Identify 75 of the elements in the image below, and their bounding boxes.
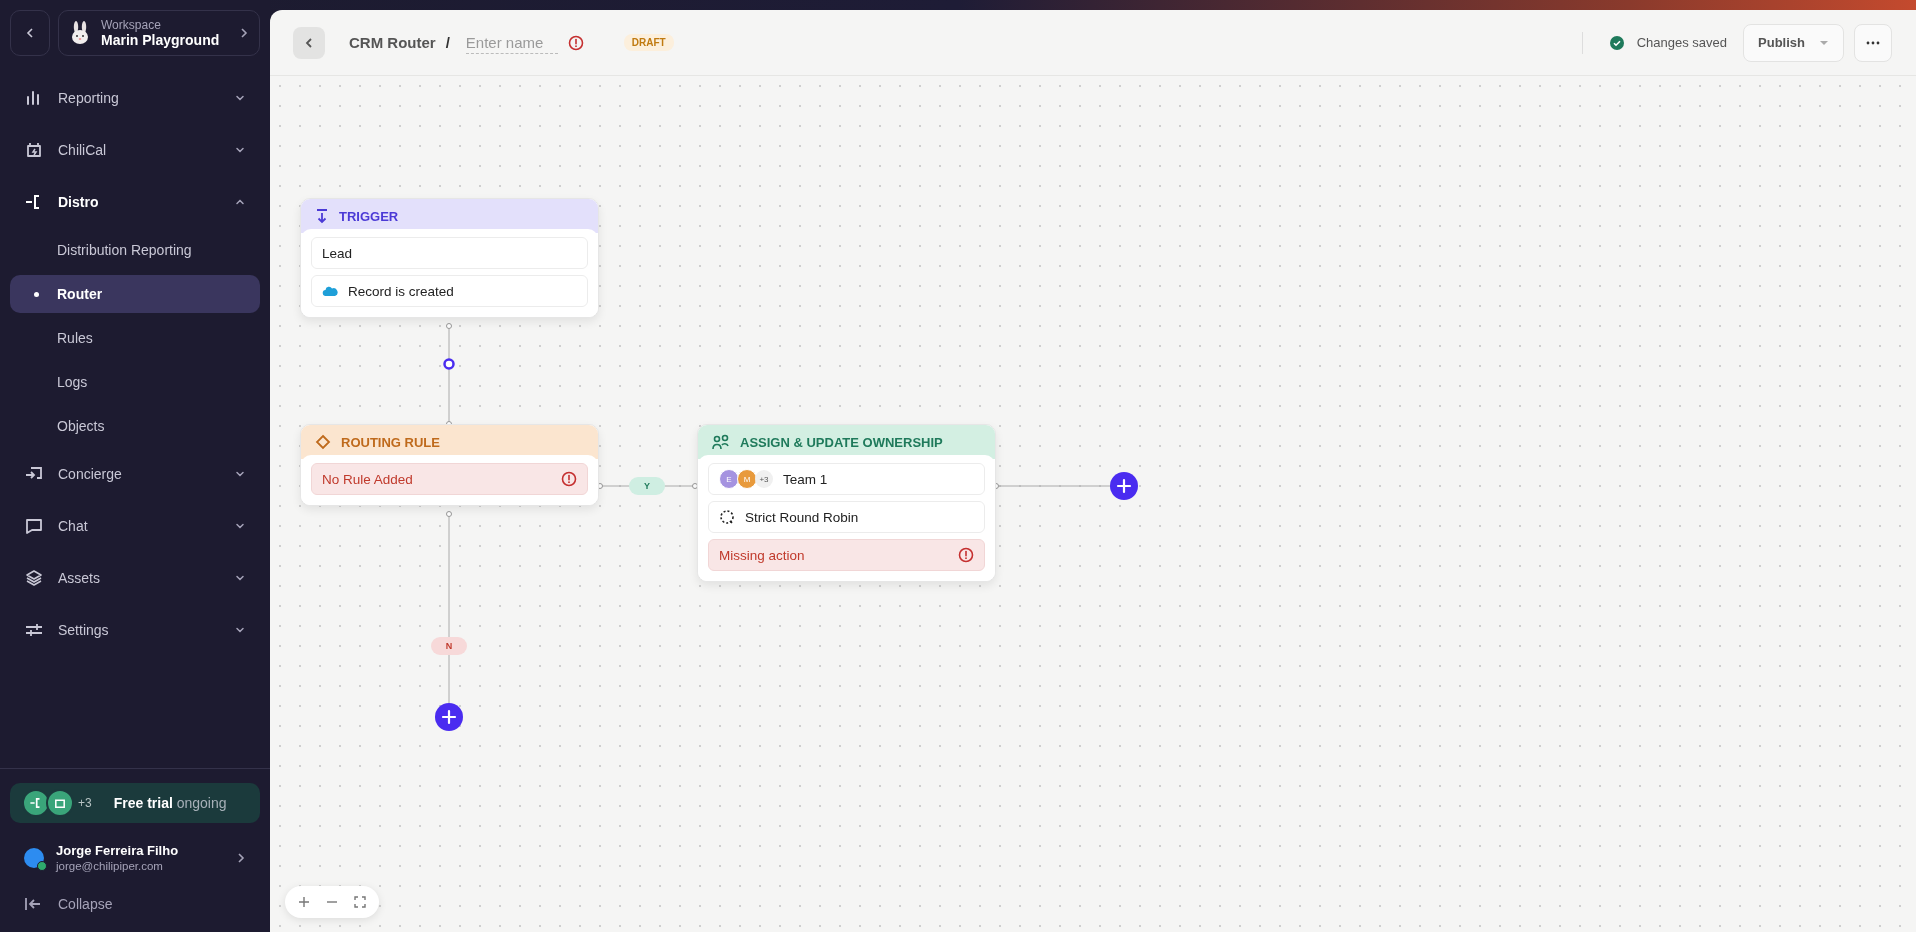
error-row[interactable]: No Rule Added (311, 463, 588, 495)
nav-item[interactable]: Chat (10, 500, 260, 552)
round-robin-icon (719, 509, 735, 525)
node-row[interactable]: E M +3 Team 1 (708, 463, 985, 495)
nav-subitem[interactable]: Logs (10, 363, 260, 401)
alert-icon (567, 34, 584, 51)
avatar: M (737, 469, 757, 489)
breadcrumb-separator: / (445, 34, 450, 51)
avatar: E (719, 469, 739, 489)
flow-node[interactable]: ROUTING RULE No Rule Added (300, 424, 599, 506)
arrow-down-icon (315, 208, 329, 224)
nav-item[interactable]: Concierge (10, 448, 260, 500)
check-circle-icon (1608, 34, 1625, 51)
add-step-button[interactable] (1110, 472, 1138, 500)
user-name: Jorge Ferreira Filho (56, 843, 180, 858)
trial-status: Free trial ongoing (113, 795, 227, 811)
nav-item[interactable]: ChiliCal (10, 124, 260, 176)
chat-bubble-icon (24, 516, 44, 536)
branch-label: N (431, 637, 467, 655)
calendar-icon (24, 140, 44, 160)
nav-subitem[interactable]: Distribution Reporting (10, 231, 260, 269)
collapse-button[interactable]: Collapse (10, 886, 260, 932)
collapse-icon (24, 896, 42, 912)
name-input-field[interactable]: Enter name (465, 31, 558, 54)
save-status: Changes saved (1636, 35, 1728, 50)
rabbit-icon (69, 21, 91, 45)
user-email: jorge@chilipiper.com (56, 860, 164, 872)
node-title: ROUTING RULE (341, 434, 440, 450)
draft-badge: DRAFT (623, 34, 674, 51)
node-row[interactable]: Lead (311, 237, 588, 269)
workspace-label: Workspace (101, 18, 162, 32)
chevron-right-icon (239, 27, 249, 39)
more-icon (1866, 40, 1880, 45)
trial-count: +3 (78, 796, 92, 810)
nav-subitem[interactable]: Router (10, 275, 260, 313)
nav-subitem[interactable]: Rules (10, 319, 260, 357)
distro-badge-icon (22, 789, 50, 817)
node-row[interactable]: Record is created (311, 275, 588, 307)
users-icon (712, 434, 730, 450)
branch-label: Y (629, 477, 665, 495)
node-row[interactable]: Strict Round Robin (708, 501, 985, 533)
workspace-switcher[interactable]: Workspace Marin Playground (58, 10, 260, 56)
connection-handle[interactable] (443, 358, 455, 370)
publish-button[interactable]: Publish (1743, 23, 1844, 62)
alert-icon (958, 547, 974, 563)
user-menu[interactable]: Jorge Ferreira Filho jorge@chilipiper.com (10, 829, 260, 886)
chevron-right-icon (236, 851, 246, 864)
diamond-icon (315, 434, 331, 450)
calendar-badge-icon (46, 789, 74, 817)
fit-view-icon (354, 896, 366, 908)
node-title: ASSIGN & UPDATE OWNERSHIP (740, 434, 943, 450)
chevron-left-icon (25, 27, 35, 39)
add-step-button[interactable] (435, 703, 463, 731)
avatar-count: +3 (755, 470, 773, 488)
breadcrumb-link[interactable]: CRM Router (349, 34, 436, 51)
nav-item[interactable]: Reporting (10, 72, 260, 124)
cloud-icon (322, 285, 338, 297)
error-row[interactable]: Missing action (708, 539, 985, 571)
flow-node[interactable]: ASSIGN & UPDATE OWNERSHIP E M +3 Team 1 Strict Round Robin Missing action (697, 424, 996, 582)
nav-item[interactable]: Settings (10, 604, 260, 656)
back-button[interactable] (293, 26, 325, 59)
avatar-icon (24, 847, 44, 868)
nav-item[interactable]: Assets (10, 552, 260, 604)
more-menu-button[interactable] (1854, 23, 1892, 62)
nav-subitem[interactable]: Objects (10, 407, 260, 445)
chevron-left-icon (304, 36, 314, 49)
caret-icon (1819, 39, 1829, 46)
workspace-name: Marin Playground (101, 32, 221, 48)
plus-icon (298, 896, 310, 908)
alert-icon (561, 471, 577, 487)
flow-node[interactable]: TRIGGER Lead Record is created (300, 198, 599, 318)
nav-item[interactable]: Distro (10, 176, 260, 228)
layers-icon (24, 568, 44, 588)
node-title: TRIGGER (339, 208, 399, 224)
trial-banner[interactable]: +3 Free trial ongoing (10, 783, 260, 823)
